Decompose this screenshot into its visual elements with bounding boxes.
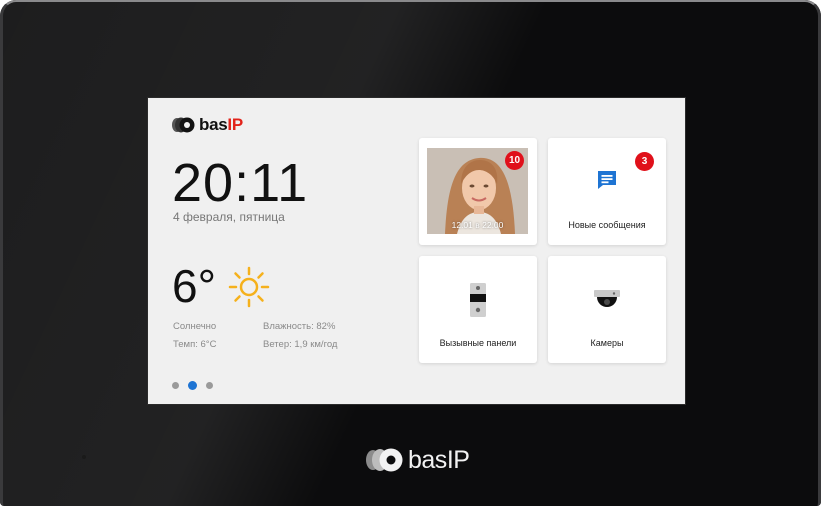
- temperature: 6°: [172, 260, 216, 312]
- page-dot-2[interactable]: [188, 381, 197, 390]
- cameras-tile[interactable]: Камеры: [548, 256, 666, 363]
- visitor-count-badge: 10: [505, 151, 524, 170]
- clock: 20:11: [172, 153, 309, 213]
- call-panels-tile[interactable]: Вызывные панели: [419, 256, 537, 363]
- weather-condition: Солнечно: [173, 321, 217, 332]
- page-dot-1[interactable]: [172, 382, 179, 389]
- visitor-photos-tile[interactable]: 12.01 в 22:00 10: [419, 138, 537, 245]
- cameras-label: Камеры: [590, 338, 624, 348]
- call-panels-label: Вызывные панели: [439, 338, 517, 348]
- page-indicator: [172, 381, 222, 390]
- new-messages-tile[interactable]: 3 Новые сообщения: [548, 138, 666, 245]
- logo-text: basIP: [199, 115, 243, 134]
- message-icon: [598, 171, 616, 189]
- logo-mark-icon: [366, 448, 403, 472]
- logo-mark-icon: [172, 117, 195, 133]
- screen-logo: basIP: [170, 115, 243, 135]
- weather-temp: Темп: 6°C: [173, 339, 217, 350]
- messages-label: Новые сообщения: [568, 220, 646, 230]
- page-dot-3[interactable]: [206, 382, 213, 389]
- proximity-sensor: [82, 455, 86, 459]
- dome-camera-icon: [594, 290, 620, 307]
- sun-icon: [228, 266, 270, 308]
- photo-timestamp: 12.01 в 22:00: [451, 220, 504, 230]
- bezel-logo: basIP: [364, 445, 470, 475]
- messages-count-badge: 3: [635, 152, 654, 171]
- bezel-logo-text: basIP: [408, 445, 470, 474]
- intercom-device: basIP 20:11 4 февраля, пятница 6° Солнеч…: [0, 0, 821, 506]
- intercom-panel-icon: [470, 283, 486, 317]
- weather-humidity: Влажность: 82%: [263, 321, 336, 332]
- date-label: 4 февраля, пятница: [173, 210, 285, 224]
- touch-screen: basIP 20:11 4 февраля, пятница 6° Солнеч…: [147, 97, 686, 405]
- weather-wind: Ветер: 1,9 км/год: [263, 339, 338, 350]
